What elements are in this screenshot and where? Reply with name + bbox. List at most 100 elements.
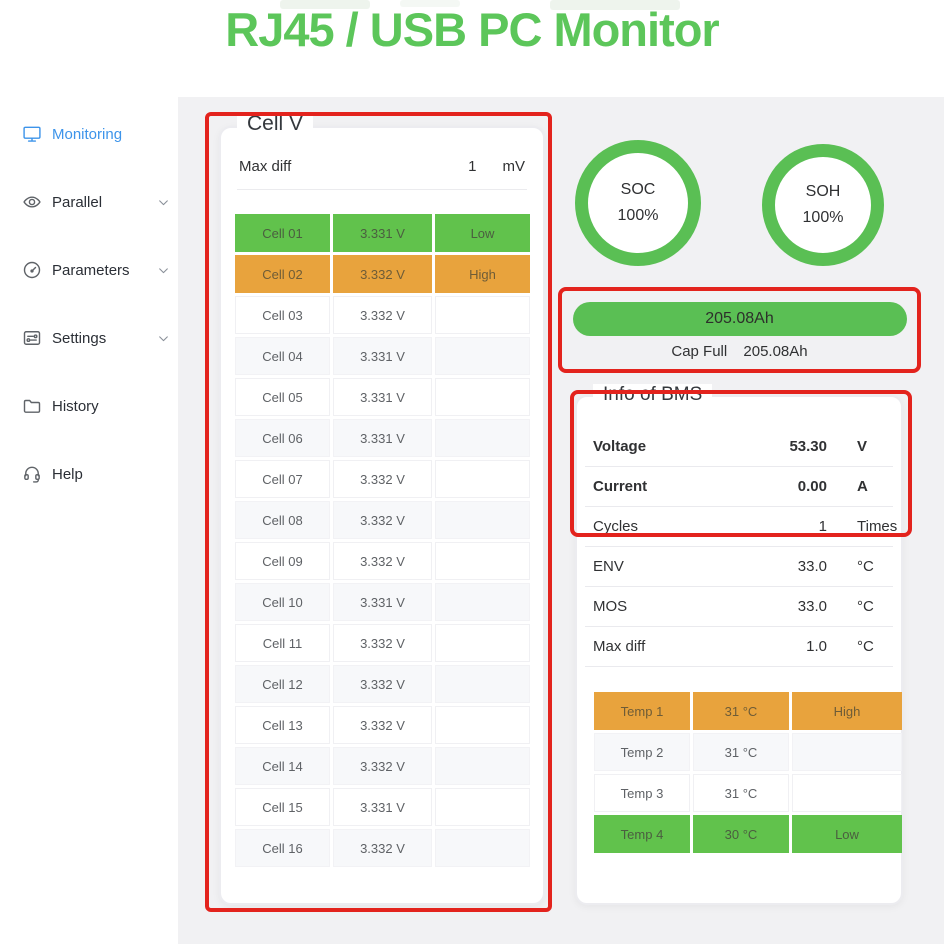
cell-row-voltage: 3.332 V xyxy=(333,460,432,498)
cell-row-voltage: 3.332 V xyxy=(333,829,432,867)
bms-info-unit: °C xyxy=(849,638,885,655)
cell-row-name: Cell 15 xyxy=(235,788,330,826)
temp-row: Temp 231 °C xyxy=(594,733,901,771)
sidebar-item-label: Settings xyxy=(52,330,106,347)
cell-row-name: Cell 14 xyxy=(235,747,330,785)
cell-row: Cell 043.331 V xyxy=(235,337,543,375)
cell-row-voltage: 3.331 V xyxy=(333,378,432,416)
sidebar-item-parallel[interactable]: Parallel xyxy=(22,189,170,215)
cell-row-voltage: 3.332 V xyxy=(333,255,432,293)
temp-row-value: 31 °C xyxy=(693,774,789,812)
cell-row-status xyxy=(435,296,530,334)
cell-row: Cell 123.332 V xyxy=(235,665,543,703)
sidebar-item-settings[interactable]: Settings xyxy=(22,325,170,351)
cell-row-status xyxy=(435,542,530,580)
chevron-down-icon xyxy=(157,332,170,345)
bms-info-value: 0.00 xyxy=(798,478,827,495)
temp-row-name: Temp 2 xyxy=(594,733,690,771)
cell-row-voltage: 3.332 V xyxy=(333,665,432,703)
sidebar-item-parameters[interactable]: Parameters xyxy=(22,257,170,283)
sidebar-item-help[interactable]: Help xyxy=(22,461,170,487)
page-title: RJ45 / USB PC Monitor xyxy=(0,2,944,57)
cell-row-voltage: 3.332 V xyxy=(333,296,432,334)
temp-row-name: Temp 1 xyxy=(594,692,690,730)
cell-row-name: Cell 12 xyxy=(235,665,330,703)
cell-voltage-panel: Cell V Max diff 1 mV Cell 013.331 VLowCe… xyxy=(219,126,545,905)
bms-info-value: 1.0 xyxy=(806,638,827,655)
cell-row-voltage: 3.332 V xyxy=(333,542,432,580)
cell-row-name: Cell 09 xyxy=(235,542,330,580)
cell-row-name: Cell 11 xyxy=(235,624,330,662)
bms-info-unit: A xyxy=(849,478,885,495)
cell-row-name: Cell 02 xyxy=(235,255,330,293)
bms-info-label: Cycles xyxy=(593,518,819,535)
max-diff-value: 1 xyxy=(468,158,476,175)
cell-panel-legend: Cell V xyxy=(237,112,313,136)
bms-info-label: ENV xyxy=(593,558,798,575)
cell-row-voltage: 3.331 V xyxy=(333,214,432,252)
soh-gauge: SOH 100% xyxy=(762,144,884,266)
max-diff-unit: mV xyxy=(503,158,526,175)
temp-row: Temp 331 °C xyxy=(594,774,901,812)
sidebar-item-label: Parameters xyxy=(52,262,130,279)
cell-row-name: Cell 16 xyxy=(235,829,330,867)
bms-panel-legend: Info of BMS xyxy=(593,384,712,406)
bms-info-unit: °C xyxy=(849,598,885,615)
cell-row: Cell 163.332 V xyxy=(235,829,543,867)
cell-row-status xyxy=(435,583,530,621)
sidebar-item-label: Monitoring xyxy=(52,126,122,143)
max-diff-label: Max diff xyxy=(239,158,291,175)
cell-row: Cell 153.331 V xyxy=(235,788,543,826)
sidebar-item-label: History xyxy=(52,398,99,415)
cell-row: Cell 033.332 V xyxy=(235,296,543,334)
cell-row-status xyxy=(435,747,530,785)
sidebar-item-label: Help xyxy=(52,466,83,483)
temp-row-value: 31 °C xyxy=(693,733,789,771)
soc-label: SOC xyxy=(621,177,656,203)
temp-row: Temp 430 °CLow xyxy=(594,815,901,853)
soc-gauge: SOC 100% xyxy=(575,140,701,266)
bms-info-value: 33.0 xyxy=(798,598,827,615)
cell-row-voltage: 3.331 V xyxy=(333,788,432,826)
bms-info-rows: Voltage53.30VCurrent0.00ACycles1TimesENV… xyxy=(577,397,901,667)
cell-voltage-table: Cell 013.331 VLowCell 023.332 VHighCell … xyxy=(235,214,543,867)
bms-info-panel: Info of BMS Voltage53.30VCurrent0.00ACyc… xyxy=(575,395,903,905)
cell-row: Cell 133.332 V xyxy=(235,706,543,744)
bms-info-unit: °C xyxy=(849,558,885,575)
cell-row-voltage: 3.331 V xyxy=(333,583,432,621)
cell-row-name: Cell 05 xyxy=(235,378,330,416)
capacity-section: 205.08Ah Cap Full 205.08Ah xyxy=(558,287,921,373)
bms-info-value: 33.0 xyxy=(798,558,827,575)
sidebar: Monitoring Parallel Parameters Settings … xyxy=(0,97,178,944)
temp-row-status xyxy=(792,733,902,771)
temp-row-value: 30 °C xyxy=(693,815,789,853)
cell-row-status xyxy=(435,419,530,457)
capacity-bar-text: 205.08Ah xyxy=(705,310,774,328)
cap-full-value: 205.08Ah xyxy=(743,343,807,360)
bms-info-row: ENV33.0 °C xyxy=(585,547,893,587)
cell-row: Cell 143.332 V xyxy=(235,747,543,785)
bms-info-row: Current0.00A xyxy=(585,467,893,507)
cell-row: Cell 023.332 VHigh xyxy=(235,255,543,293)
cell-row-status xyxy=(435,460,530,498)
cell-row-status xyxy=(435,501,530,539)
chevron-down-icon xyxy=(157,264,170,277)
bms-info-unit: V xyxy=(849,438,885,455)
cell-row-name: Cell 01 xyxy=(235,214,330,252)
sidebar-item-monitoring[interactable]: Monitoring xyxy=(22,121,170,147)
chevron-down-icon xyxy=(157,196,170,209)
soh-value: 100% xyxy=(803,205,844,231)
soh-label: SOH xyxy=(806,179,841,205)
cell-row-status xyxy=(435,788,530,826)
headset-icon xyxy=(22,464,42,484)
cell-row-status: Low xyxy=(435,214,530,252)
cell-row-name: Cell 03 xyxy=(235,296,330,334)
cell-row-voltage: 3.331 V xyxy=(333,419,432,457)
bms-info-row: Voltage53.30V xyxy=(585,427,893,467)
cell-row: Cell 093.332 V xyxy=(235,542,543,580)
cell-row-status xyxy=(435,665,530,703)
sidebar-item-history[interactable]: History xyxy=(22,393,170,419)
temp-row-status: Low xyxy=(792,815,902,853)
cell-row: Cell 063.331 V xyxy=(235,419,543,457)
eye-icon xyxy=(22,192,42,212)
